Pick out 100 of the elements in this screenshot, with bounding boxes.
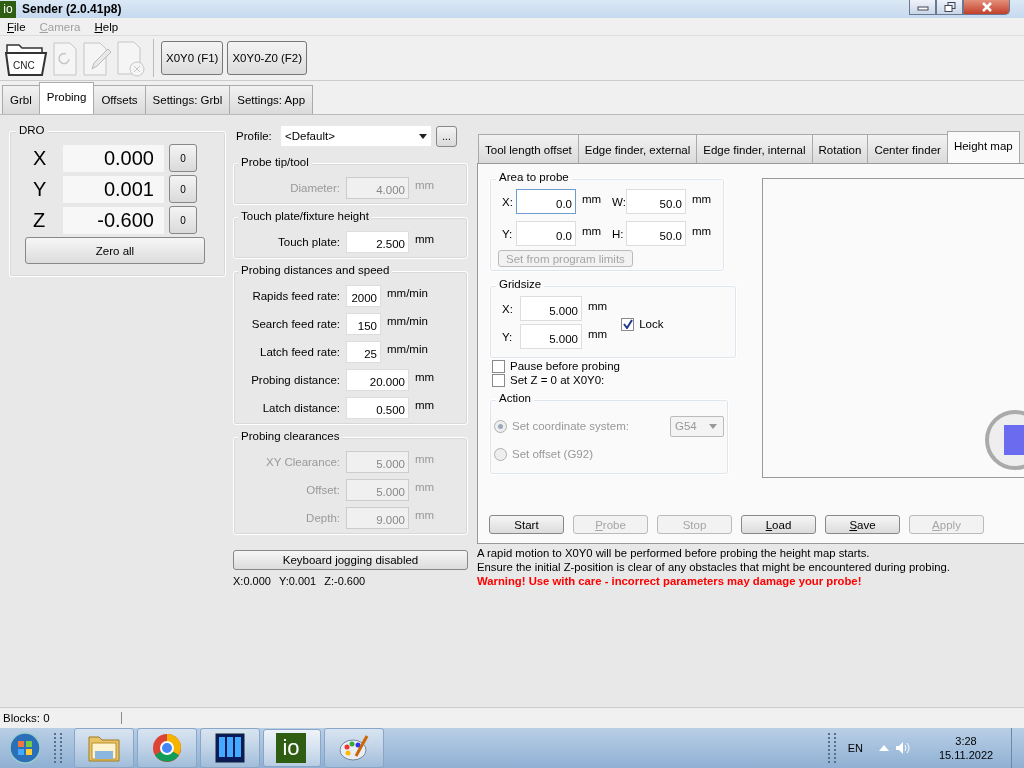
group-title: Probe tip/tool <box>238 156 312 168</box>
axis-value: 0.000 <box>63 144 164 172</box>
minimize-icon <box>916 3 929 11</box>
menu-item[interactable]: Help <box>94 20 119 33</box>
field-label: H: <box>611 227 625 240</box>
tab[interactable]: Probing <box>38 82 95 114</box>
field-label: Probing distance: <box>250 374 340 386</box>
field-label: Depth: <box>305 512 340 524</box>
input-field[interactable]: 20.000 <box>346 369 409 391</box>
unit-label: mm/min <box>387 287 428 299</box>
restore-icon <box>943 2 956 12</box>
speaker-icon[interactable] <box>895 741 911 755</box>
radio-label: Set coordinate system: <box>512 420 629 432</box>
menu-item[interactable]: File <box>7 20 26 33</box>
app-icon[interactable]: io <box>276 733 306 763</box>
close-button[interactable] <box>963 0 1010 15</box>
toolbar-button[interactable]: X0Y0 (F1) <box>161 41 224 75</box>
action-button[interactable]: Start <box>489 515 564 534</box>
group-title: Gridsize <box>496 278 545 290</box>
unit-label: mm <box>587 327 608 340</box>
minimize-button[interactable] <box>909 0 936 15</box>
group-title: Touch plate/fixture height <box>238 210 372 222</box>
dropdown-arrow-icon <box>419 133 427 139</box>
field-label: XY Clearance: <box>265 456 340 468</box>
group-title: Area to probe <box>496 171 572 183</box>
axis-label: X <box>33 146 48 170</box>
input-field[interactable]: 2000 <box>346 285 381 307</box>
field-label: Y: <box>501 227 514 240</box>
warning-text: Warning! Use with care - incorrect parameters may damage your probe! <box>477 574 863 588</box>
group-title: DRO <box>16 124 48 136</box>
server-rack-icon[interactable] <box>214 732 246 764</box>
input-field[interactable]: 5.000 <box>520 324 582 349</box>
toolbar-button[interactable]: X0Y0-Z0 (F2) <box>227 41 308 75</box>
position-readout: Y:0.001 <box>278 575 317 587</box>
tab[interactable]: Height map <box>946 131 1020 163</box>
tab[interactable]: Center finder <box>867 134 948 163</box>
unit-label: mm <box>691 192 713 205</box>
input-field[interactable]: 150 <box>346 313 381 335</box>
radio-label: Set offset (G92) <box>512 448 593 460</box>
window-title: Sender (2.0.41p8) <box>22 2 122 16</box>
input-field[interactable]: 50.0 <box>626 189 686 214</box>
clock-time[interactable]: 3:28 <box>955 735 977 747</box>
tab[interactable]: Edge finder, external <box>577 134 698 163</box>
axis-label: Z <box>33 208 47 232</box>
group-title: Probing clearances <box>238 430 343 442</box>
input-field[interactable]: 25 <box>346 341 381 363</box>
checkbox[interactable] <box>621 317 635 331</box>
unit-label: mm <box>415 233 435 245</box>
field-label: Offset: <box>305 484 340 496</box>
checkbox-label: Lock <box>639 318 664 330</box>
start-button-icon[interactable] <box>8 731 42 765</box>
info-text: A rapid motion to X0Y0 will be performed before probing the height map starts. <box>477 546 871 560</box>
folder-icon[interactable] <box>87 733 121 763</box>
unit-label: mm <box>415 179 435 191</box>
input-field[interactable]: 0.500 <box>346 397 409 419</box>
checkbox[interactable] <box>492 373 505 387</box>
app-icon: io <box>0 0 16 18</box>
field-label: Latch distance: <box>261 402 340 414</box>
tab[interactable]: Rotation <box>811 134 869 163</box>
tab[interactable]: Settings: Grbl <box>144 85 231 114</box>
axis-value: -0.600 <box>63 206 164 234</box>
unit-label: mm <box>581 224 603 237</box>
zero-axis-button[interactable]: 0 <box>169 206 197 234</box>
zero-axis-button[interactable]: 0 <box>169 175 197 203</box>
checkbox-label: Pause before probing <box>510 360 620 372</box>
info-text: Ensure the initial Z-position is clear of any obstacles that might be encountered during probing. <box>477 560 951 574</box>
tab[interactable]: Tool length offset <box>478 134 579 163</box>
input-field[interactable]: 50.0 <box>626 221 686 246</box>
grip-handle <box>54 733 62 763</box>
browser-icon[interactable] <box>151 732 183 764</box>
position-readout: X:0.000 <box>233 575 271 587</box>
profile-options-button[interactable]: ... <box>436 125 457 147</box>
zero-all-button[interactable]: Zero all <box>25 237 205 264</box>
input-field[interactable]: 0.0 <box>516 189 576 214</box>
unit-label: mm <box>415 509 435 521</box>
tab[interactable]: Edge finder, internal <box>696 134 813 163</box>
tab[interactable]: Offsets <box>93 85 146 114</box>
status-text: Blocks: 0 <box>0 712 122 724</box>
keyboard-jogging-button[interactable]: Keyboard jogging disabled <box>233 550 468 570</box>
input-field[interactable]: 0.0 <box>516 221 576 246</box>
language-indicator[interactable]: EN <box>847 742 863 754</box>
field-label: Rapids feed rate: <box>251 290 340 302</box>
profile-dropdown[interactable]: <Default> <box>281 126 431 146</box>
show-hidden-icons-icon[interactable] <box>879 744 889 752</box>
unit-label: mm <box>415 481 435 493</box>
tab[interactable]: Settings: App <box>229 85 314 114</box>
tab[interactable]: Grbl <box>2 85 40 114</box>
input-field[interactable]: 5.000 <box>520 296 582 321</box>
axis-label: Y <box>33 177 48 201</box>
input-field[interactable]: 2.500 <box>346 231 409 253</box>
action-button[interactable]: Save <box>825 515 900 534</box>
field-label: W: <box>611 195 626 208</box>
clock-date[interactable]: 15.11.2022 <box>938 749 994 761</box>
action-button[interactable]: Load <box>741 515 816 534</box>
checkbox[interactable] <box>492 359 505 373</box>
maximize-button[interactable] <box>936 0 963 15</box>
unit-label: mm <box>415 399 435 411</box>
unit-label: mm <box>581 192 603 205</box>
unit-label: mm <box>587 299 608 312</box>
zero-axis-button[interactable]: 0 <box>169 144 197 172</box>
